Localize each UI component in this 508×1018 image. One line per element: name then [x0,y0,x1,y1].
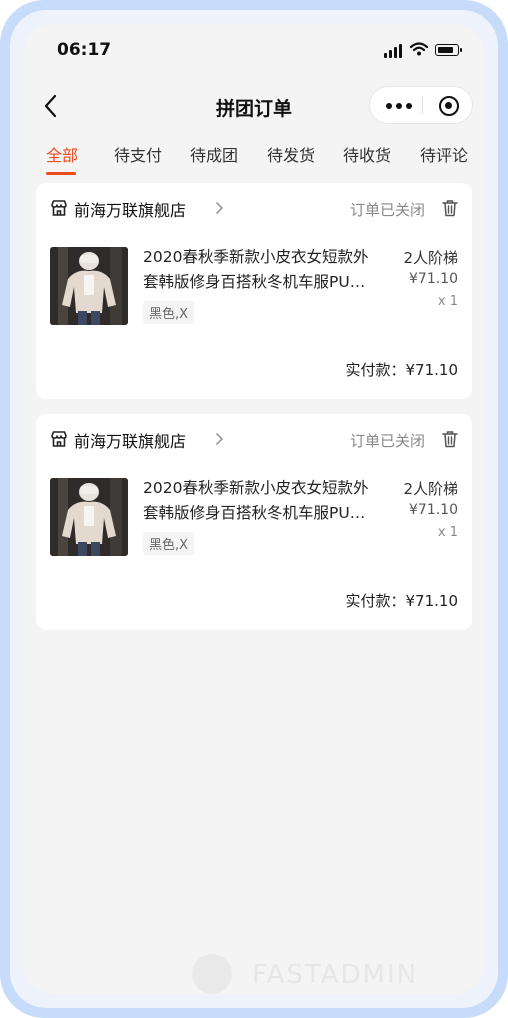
status-time: 06:17 [57,40,112,60]
chevron-right-icon[interactable] [214,432,224,446]
tab-pending-receipt[interactable]: 待收货 [343,142,391,166]
phone-screen: 06:17 拼团订单 全部 待支付 待成团 待发货 待收货 待评论 前海万联旗舰… [24,24,484,994]
battery-icon [435,44,462,56]
product-image[interactable] [50,247,128,325]
trash-icon[interactable] [442,199,458,217]
capsule-divider [422,96,423,114]
unit-price: ¥71.10 [409,502,458,518]
product-image[interactable] [50,478,128,556]
unit-price: ¥71.10 [409,271,458,287]
watermark-text: FASTADMIN [252,960,419,990]
chevron-right-icon[interactable] [214,201,224,215]
tab-pending-group[interactable]: 待成团 [190,142,238,166]
tab-pending-review[interactable]: 待评论 [420,142,468,166]
wifi-icon [410,42,428,56]
cellular-signal-icon [384,44,404,58]
quantity: x 1 [437,294,458,309]
watermark-logo: FASTADMIN [192,952,452,994]
order-status: 订单已关闭 [350,432,426,450]
tab-pending-payment[interactable]: 待支付 [114,142,162,166]
navigation-bar: 拼团订单 [24,82,484,130]
paid-amount: 实付款：¥71.10 [345,361,459,379]
product-sku: 黑色,X [143,301,195,324]
product-title[interactable]: 2020春秋季新款小皮衣女短款外套韩版修身百搭秋冬机车服PU皮夹克 [143,245,375,295]
shop-icon [51,200,67,216]
group-tier: 2人阶梯 [403,480,458,498]
tab-all[interactable]: 全部 [46,142,78,166]
tab-pending-shipment[interactable]: 待发货 [267,142,315,166]
shop-name[interactable]: 前海万联旗舰店 [74,428,186,452]
product-title[interactable]: 2020春秋季新款小皮衣女短款外套韩版修身百搭秋冬机车服PU皮夹克 [143,476,375,526]
order-card[interactable]: 前海万联旗舰店 订单已关闭 2020春秋季新款小皮衣女短款外套韩版修身百搭秋冬机… [36,183,472,399]
shop-icon [51,431,67,447]
order-status: 订单已关闭 [350,201,426,219]
status-bar: 06:17 [24,24,484,76]
shop-name[interactable]: 前海万联旗舰店 [74,197,186,221]
order-card[interactable]: 前海万联旗舰店 订单已关闭 2020春秋季新款小皮衣女短款外套韩版修身百搭秋冬机… [36,414,472,630]
trash-icon[interactable] [442,430,458,448]
active-tab-indicator [46,172,76,175]
group-tier: 2人阶梯 [403,249,458,267]
product-sku: 黑色,X [143,532,195,555]
quantity: x 1 [437,525,458,540]
order-status-tabs: 全部 待支付 待成团 待发货 待收货 待评论 [24,138,484,178]
paid-amount: 实付款：¥71.10 [345,592,459,610]
mini-program-capsule [369,86,473,124]
more-dots-icon[interactable] [386,103,412,109]
target-icon[interactable] [439,96,459,116]
watermark-icon [192,954,232,994]
